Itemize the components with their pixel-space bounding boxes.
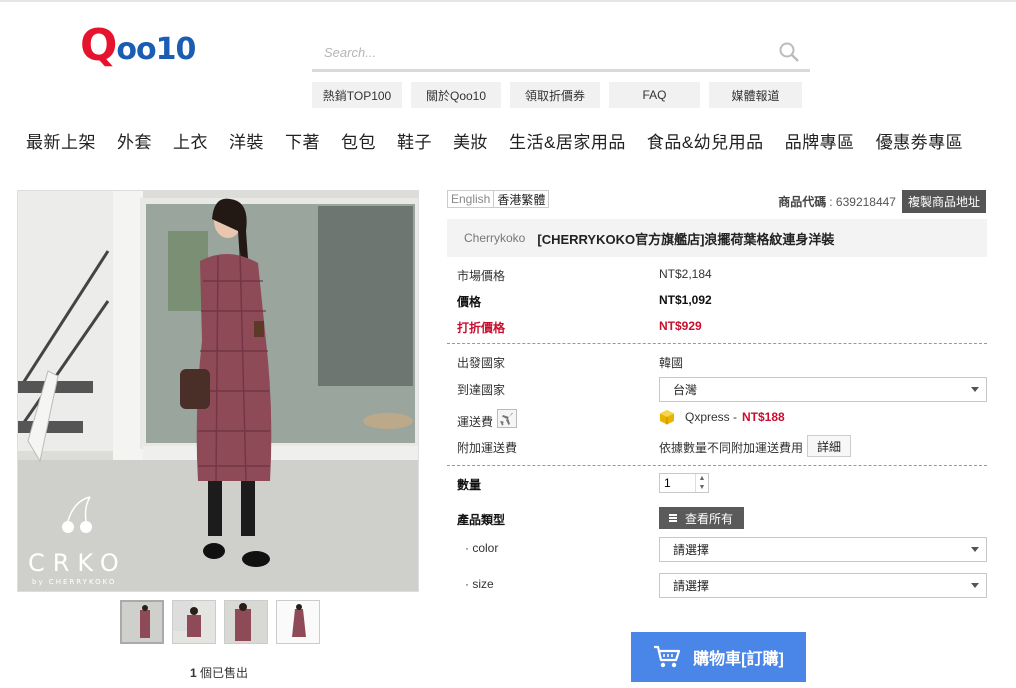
increase-icon[interactable]: ▲ [696,474,708,483]
logo-q: Q [80,20,117,71]
destination-country-label: 到達國家 [457,383,506,397]
copy-url-button[interactable]: 複製商品地址 [901,190,986,213]
search-icon[interactable] [778,41,800,63]
product-code: 商品代碼 : 639218447 複製商品地址 [778,190,986,213]
category-nav: 最新上架 外套 上衣 洋裝 下著 包包 鞋子 美妝 生活&居家用品 食品&幼兒用… [26,128,963,153]
view-all-label: 查看所有 [685,511,734,526]
quantity-input[interactable] [660,474,694,492]
chevron-down-icon [971,547,979,552]
product-type-label: 產品類型 [457,513,506,527]
quick-link-top100[interactable]: 熱銷TOP100 [312,82,402,108]
destination-country-value: 台灣 [673,383,698,397]
package-icon [660,410,674,425]
sold-label: 個已售出 [200,666,249,680]
divider-2 [447,465,987,466]
carrier-name: Qxpress - [685,410,738,424]
top-border [0,0,1016,2]
quantity-spinner: ▲ ▼ [695,474,708,492]
category-bottoms[interactable]: 下著 [285,128,320,153]
quick-link-about[interactable]: 關於Qoo10 [411,82,501,108]
size-select[interactable]: 請選擇 [659,573,987,598]
cart-icon [654,645,681,668]
search-bar [312,36,810,72]
category-beauty[interactable]: 美妝 [453,128,488,153]
category-shoes[interactable]: 鞋子 [397,128,432,153]
origin-country-label: 出發國家 [457,356,506,370]
quick-link-coupons[interactable]: 領取折價券 [510,82,600,108]
size-option-label: · size [465,577,494,591]
category-tops[interactable]: 上衣 [173,128,208,153]
thumbnail-strip [120,600,320,644]
qoo10-logo[interactable]: Qoo10 [80,20,196,71]
logo-text: oo10 [116,32,196,67]
category-new[interactable]: 最新上架 [26,128,96,153]
thumbnail-4[interactable] [276,600,320,644]
price-value: NT$1,092 [659,293,712,307]
watermark-text: CRKO [28,549,127,577]
price-label: 價格 [457,295,482,309]
discount-price-label: 打折價格 [457,321,506,335]
sold-count: 1 個已售出 [190,664,248,681]
airplane-icon[interactable] [497,409,517,428]
product-name: [CHERRYKOKO官方旗艦店]浪擺荷葉格紋連身洋裝 [537,231,835,247]
quantity-stepper: ▲ ▼ [659,473,709,493]
quantity-label: 數量 [457,478,482,492]
market-price-label: 市場價格 [457,269,506,283]
view-all-button[interactable]: 查看所有 [659,507,745,529]
chevron-down-icon [971,583,979,588]
decrease-icon[interactable]: ▼ [696,483,708,492]
product-code-label: 商品代碼 [778,195,827,209]
thumbnail-2[interactable] [172,600,216,644]
discount-price-value: NT$929 [659,319,702,333]
quick-link-faq[interactable]: FAQ [609,82,700,108]
color-select-value: 請選擇 [673,543,710,557]
size-select-value: 請選擇 [673,579,710,593]
shipping-detail-button[interactable]: 詳細 [807,435,852,457]
extra-shipping-value: 依據數量不同附加運送費用 [659,441,804,455]
search-input[interactable] [312,36,752,68]
category-home[interactable]: 生活&居家用品 [509,128,626,153]
category-brands[interactable]: 品牌專區 [785,128,855,153]
destination-country-select[interactable]: 台灣 [659,377,987,402]
lang-traditional-chinese[interactable]: 香港繁體 [494,190,550,208]
quick-link-media[interactable]: 媒體報道 [709,82,802,108]
divider-1 [447,343,987,344]
shipping-fee-label: 運送費 [457,415,494,429]
product-code-value: : 639218447 [829,194,896,209]
category-food-baby[interactable]: 食品&幼兒用品 [647,128,764,153]
origin-country-value: 韓國 [659,356,684,370]
product-main-image[interactable]: CRKO by CHERRYKOKO [17,190,419,592]
menu-icon [669,514,677,522]
thumbnail-3[interactable] [224,600,268,644]
thumbnail-1[interactable] [120,600,164,644]
watermark-sub: by CHERRYKOKO [32,578,116,586]
brand-name[interactable]: Cherrykoko [464,231,525,245]
category-outerwear[interactable]: 外套 [117,128,152,153]
language-toggle: English 香港繁體 [447,190,550,208]
category-bags[interactable]: 包包 [341,128,376,153]
sold-number: 1 [190,666,197,680]
category-coupons[interactable]: 優惠劵專區 [876,128,964,153]
chevron-down-icon [971,387,979,392]
shipping-fee-value: NT$188 [742,410,785,424]
extra-shipping-label: 附加運送費 [457,441,518,455]
lang-english[interactable]: English [447,190,495,208]
product-title-bar: Cherrykoko [CHERRYKOKO官方旗艦店]浪擺荷葉格紋連身洋裝 [447,219,987,257]
quick-links: 熱銷TOP100 關於Qoo10 領取折價券 FAQ 媒體報道 [312,82,802,108]
color-option-label: · color [465,541,499,555]
market-price-value: NT$2,184 [659,267,712,281]
cart-label: 購物車[訂購] [693,651,784,668]
shipping-method: Qxpress - NT$188 [659,409,785,425]
product-photo: CRKO by CHERRYKOKO [18,191,418,591]
category-dresses[interactable]: 洋裝 [229,128,264,153]
add-to-cart-button[interactable]: 購物車[訂購] [631,632,806,682]
color-select[interactable]: 請選擇 [659,537,987,562]
